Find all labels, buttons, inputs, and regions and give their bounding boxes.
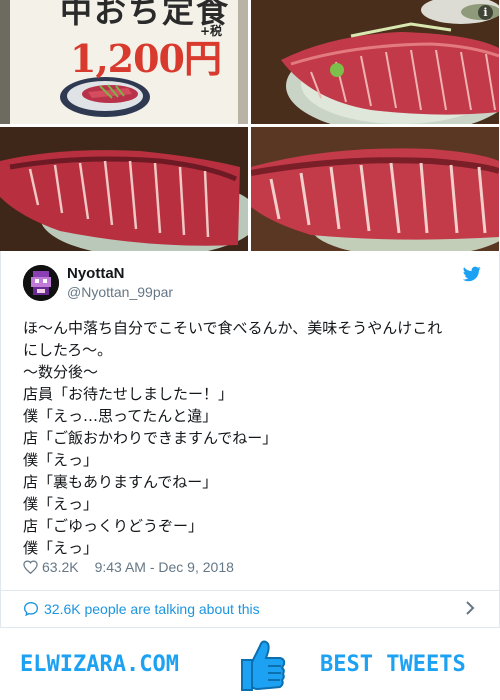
tweet-line: ほ〜ん中落ち自分でこそいで食べるんか、美味そうやんけこれ	[23, 319, 443, 337]
like-count[interactable]: 63.2K	[42, 559, 79, 575]
tagline: BEST TWEETS	[320, 652, 466, 677]
avatar[interactable]	[23, 265, 59, 301]
chevron-right-icon[interactable]	[465, 601, 475, 615]
tweet-line: 〜数分後〜	[23, 363, 99, 381]
menu-tax: +税	[200, 24, 223, 38]
photo-tuna-top-right[interactable]: i	[251, 0, 499, 124]
photo-tuna-bottom-left[interactable]	[0, 127, 248, 251]
photo-tuna-bottom-right[interactable]	[251, 127, 499, 251]
tweet-line: 店「ごゆっくりどうぞー」	[23, 517, 204, 535]
tweet-line: 店「ご飯おかわりできますんでねー」	[23, 429, 278, 447]
pixel-avatar-icon	[23, 265, 59, 301]
tweet-line: 僕「えっ」	[23, 451, 99, 469]
menu-price: 1,200円	[70, 36, 222, 81]
tweet-card: NyottaN @Nyottan_99par ほ〜ん中落ち自分でこそいで食べるん…	[0, 251, 500, 628]
tweet-line: 僕「えっ」	[23, 495, 99, 513]
tweet-line: 僕「えっ」	[23, 539, 99, 557]
info-icon[interactable]: i	[478, 5, 493, 20]
photo-menu-card[interactable]: 中おち定食 1,200円 +税	[0, 0, 248, 124]
tweet-line: 僕「えっ…思ってたんと違」	[23, 407, 218, 425]
tweet-line: 店員「お待たせしましたー！」	[23, 385, 234, 403]
tuna-spine-illustration	[0, 127, 248, 251]
divider	[1, 590, 499, 591]
site-name[interactable]: ELWIZARA.COM	[20, 652, 179, 677]
author-name[interactable]: NyottaN	[67, 265, 125, 282]
tweet-line: にしたろ〜。	[23, 341, 113, 359]
heart-icon[interactable]	[23, 560, 38, 574]
tuna-spine-closeup-illustration	[251, 127, 499, 251]
tweet-line: 店「裏もありますんでねー」	[23, 473, 218, 491]
footer-banner: ELWIZARA.COM BEST TWEETS	[0, 628, 500, 700]
tuna-plate-illustration	[251, 0, 499, 124]
tweet-author[interactable]: NyottaN @Nyottan_99par	[23, 263, 483, 303]
speech-bubble-icon	[23, 601, 39, 617]
tweet-timestamp[interactable]: 9:43 AM - Dec 9, 2018	[95, 559, 234, 575]
thumbs-up-icon	[241, 640, 286, 691]
conversation-count[interactable]: 32.6K people are talking about this	[44, 601, 260, 617]
author-handle[interactable]: @Nyottan_99par	[67, 284, 173, 300]
twitter-bird-icon[interactable]	[463, 266, 481, 282]
tweet-meta: 63.2K 9:43 AM - Dec 9, 2018	[23, 559, 234, 575]
conversation-link[interactable]: 32.6K people are talking about this	[23, 599, 479, 619]
tweet-photo-grid[interactable]: 中おち定食 1,200円 +税 i	[0, 0, 500, 251]
tweet-text: ほ〜ん中落ち自分でこそいで食べるんか、美味そうやんけこれ にしたろ〜。 〜数分後…	[23, 317, 479, 559]
